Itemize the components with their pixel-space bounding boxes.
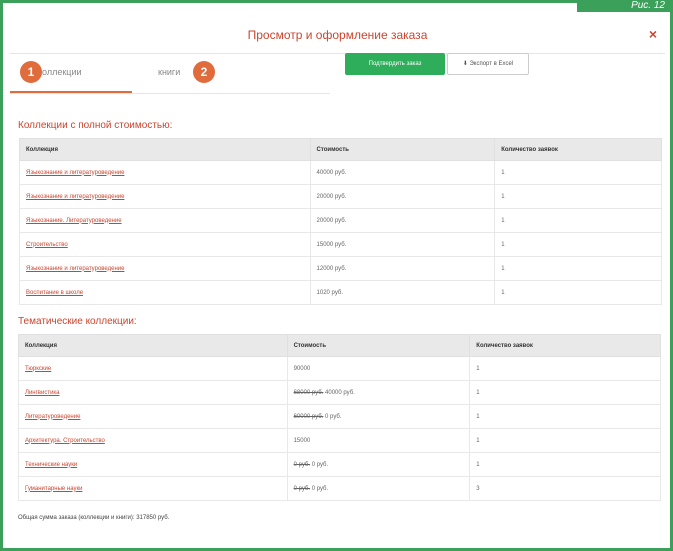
cell-collection: Лингвистика <box>18 380 288 405</box>
cell-requests: 1 <box>469 380 661 405</box>
full-price-title: Коллекции с полной стоимостью: <box>18 120 173 131</box>
cell-requests: 1 <box>494 208 662 233</box>
old-price: 0 руб. <box>293 485 311 492</box>
cell-price: 60000 руб. 0 руб. <box>286 404 471 429</box>
cell-collection: Языкознание и литературоведение <box>19 160 311 185</box>
new-price: 0 руб. <box>311 461 329 468</box>
new-price: 0 руб. <box>325 413 342 420</box>
cell-requests: 1 <box>494 160 662 185</box>
tabs-bar: коллекции книги 1 2 <box>10 52 330 94</box>
table-row: Литературоведение 60000 руб. 0 руб. 1 <box>18 404 661 429</box>
cell-price: 12000 руб. <box>309 256 496 281</box>
new-price: 90000 <box>293 365 311 372</box>
thematic-table: Коллекция Стоимость Количество заявок Тю… <box>18 334 661 501</box>
table-header-row: Коллекция Стоимость Количество заявок <box>19 138 662 161</box>
old-price: 68000 руб. <box>293 389 324 396</box>
collection-link[interactable]: Языкознание и литературоведение <box>26 170 124 176</box>
cell-collection: Тюркские <box>18 356 288 381</box>
table-row: Технические науки 0 руб. 0 руб. 1 <box>18 452 661 477</box>
table-row: Языкознание и литературоведение 40000 руб… <box>19 160 662 185</box>
table-row: Архитектура. Строительство 15000 1 <box>18 428 661 453</box>
cell-price: 20000 руб. <box>309 208 496 233</box>
cell-collection: Языкознание и литературоведение <box>19 256 311 281</box>
old-price: 0 руб. <box>293 461 311 468</box>
table-row: Гуманитарные науки 0 руб. 0 руб. 3 <box>18 476 661 501</box>
cell-requests: 1 <box>469 356 661 381</box>
cell-collection: Языкознание и литературоведение <box>19 184 311 209</box>
collection-link[interactable]: Тюркские <box>25 366 51 372</box>
cell-price: 0 руб. 0 руб. <box>286 476 471 501</box>
cell-collection: Технические науки <box>18 452 288 477</box>
col-requests: Количество заявок <box>469 334 661 357</box>
modal-title: Просмотр и оформление заказа <box>247 28 428 42</box>
table-row: Лингвистика 68000 руб. 40000 руб. 1 <box>18 380 661 405</box>
col-collection: Коллекция <box>18 334 288 357</box>
cell-price: 0 руб. 0 руб. <box>286 452 471 477</box>
callout-badge-2: 2 <box>193 61 215 83</box>
collection-link[interactable]: Гуманитарные науки <box>25 486 82 492</box>
tab-collections-label: коллекции <box>38 67 82 77</box>
tab-books[interactable]: книги <box>150 52 230 93</box>
modal-header: Просмотр и оформление заказа × <box>10 14 665 54</box>
export-excel-button[interactable]: ⬇ Экспорт в Excel <box>447 53 529 75</box>
new-price: 40000 руб. <box>325 389 355 396</box>
cell-collection: Гуманитарные науки <box>18 476 288 501</box>
new-price: 15000 <box>293 437 311 444</box>
collection-link[interactable]: Языкознание. Литературоведение <box>26 218 122 224</box>
confirm-order-button[interactable]: Подтвердить заказ <box>345 53 445 75</box>
cell-requests: 3 <box>469 476 661 501</box>
full-price-table: Коллекция Стоимость Количество заявок Яз… <box>19 138 662 305</box>
table-row: Тюркские 90000 1 <box>18 356 661 381</box>
cell-requests: 1 <box>469 452 661 477</box>
table-header-row: Коллекция Стоимость Количество заявок <box>18 334 661 357</box>
collection-link[interactable]: Воспитание в школе <box>26 290 83 296</box>
collection-link[interactable]: Языкознание и литературоведение <box>26 266 124 272</box>
cell-collection: Литературоведение <box>18 404 288 429</box>
old-price: 60000 руб. <box>293 413 324 420</box>
collection-link[interactable]: Литературоведение <box>25 414 80 420</box>
cell-price: 15000 руб. <box>309 232 496 257</box>
cell-price: 90000 <box>286 356 471 381</box>
col-collection: Коллекция <box>19 138 311 161</box>
order-total: Общая сумма заказа (коллекции и книги): … <box>18 515 170 521</box>
thematic-title: Тематические коллекции: <box>18 316 137 327</box>
cell-collection: Воспитание в школе <box>19 280 311 305</box>
cell-price: 20000 руб. <box>309 184 496 209</box>
callout-badge-1: 1 <box>20 61 42 83</box>
table-row: Языкознание и литературоведение 12000 руб… <box>19 256 662 281</box>
tab-books-label: книги <box>158 67 181 77</box>
collection-link[interactable]: Архитектура. Строительство <box>25 438 105 444</box>
table-row: Строительство 15000 руб. 1 <box>19 232 662 257</box>
cell-price: 15000 <box>286 428 471 453</box>
figure-tag: Рис. 12 <box>577 0 673 12</box>
cell-requests: 1 <box>469 428 661 453</box>
cell-requests: 1 <box>494 280 662 305</box>
col-price: Стоимость <box>286 334 471 357</box>
collection-link[interactable]: Лингвистика <box>25 390 60 396</box>
table-row: Воспитание в школе 1020 руб. 1 <box>19 280 662 305</box>
cell-collection: Строительство <box>19 232 311 257</box>
cell-price: 1020 руб. <box>309 280 496 305</box>
col-price: Стоимость <box>309 138 496 161</box>
cell-requests: 1 <box>494 256 662 281</box>
export-excel-label: Экспорт в Excel <box>469 61 514 67</box>
collection-link[interactable]: Строительство <box>26 242 68 248</box>
cell-collection: Архитектура. Строительство <box>18 428 288 453</box>
cell-requests: 1 <box>494 184 662 209</box>
table-row: Языкознание и литературоведение 20000 руб… <box>19 184 662 209</box>
table-row: Языкознание. Литературоведение 20000 руб.… <box>19 208 662 233</box>
collection-link[interactable]: Технические науки <box>25 462 77 468</box>
cell-collection: Языкознание. Литературоведение <box>19 208 311 233</box>
cell-price: 68000 руб. 40000 руб. <box>286 380 471 405</box>
new-price: 0 руб. <box>311 485 329 492</box>
cell-requests: 1 <box>469 404 661 429</box>
cell-price: 40000 руб. <box>309 160 496 185</box>
collection-link[interactable]: Языкознание и литературоведение <box>26 194 124 200</box>
cell-requests: 1 <box>494 232 662 257</box>
col-requests: Количество заявок <box>494 138 662 161</box>
close-icon[interactable]: × <box>649 26 657 42</box>
